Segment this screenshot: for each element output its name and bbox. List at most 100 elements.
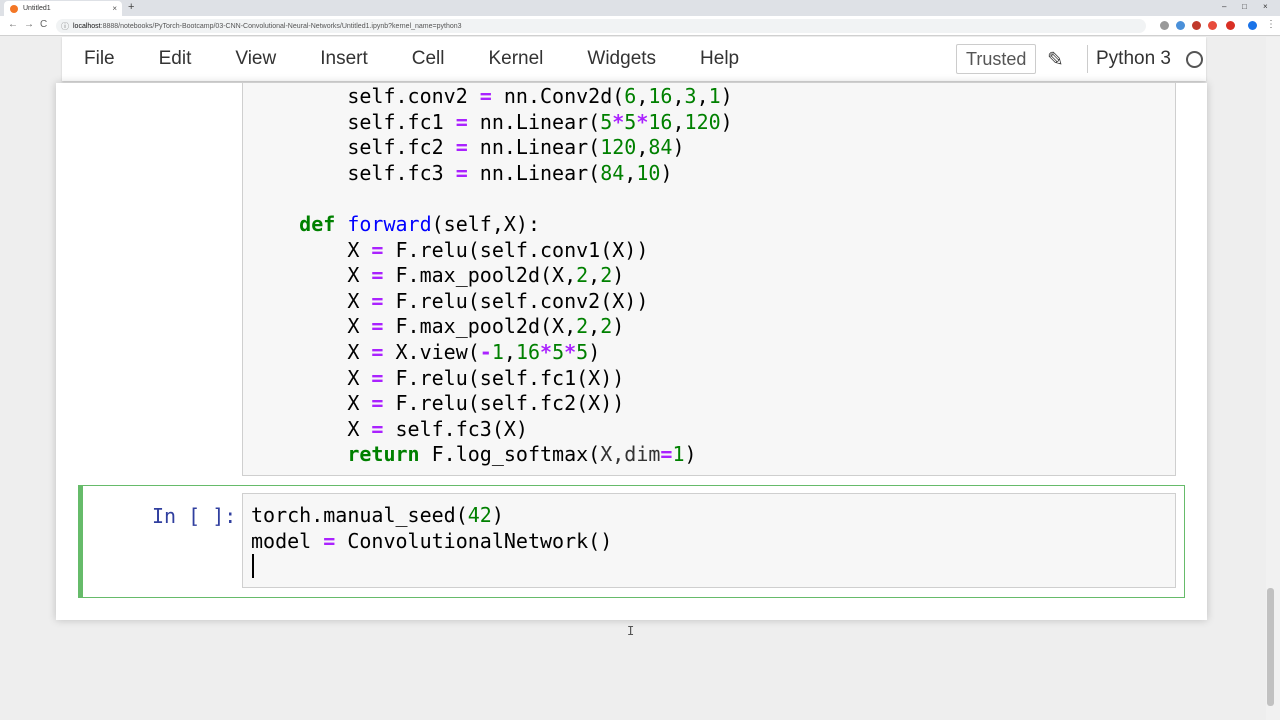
code-token: X bbox=[251, 365, 372, 390]
code-token: 1 bbox=[491, 339, 504, 364]
extension-icon[interactable] bbox=[1226, 21, 1235, 30]
address-bar[interactable]: ⓘ localhost:8888/notebooks/PyTorch-Bootc… bbox=[56, 19, 1146, 33]
code-token: - bbox=[479, 339, 492, 364]
browser-tab[interactable]: Untitled1 × bbox=[4, 1, 122, 16]
code-token: ) bbox=[612, 263, 625, 288]
code-token: ) bbox=[672, 135, 685, 160]
minimize-button[interactable]: – bbox=[1222, 2, 1226, 11]
code-token: , bbox=[624, 160, 637, 185]
menu-cell[interactable]: Cell bbox=[390, 48, 467, 70]
code-editor[interactable]: self.conv2 = nn.Conv2d(6,16,3,1) self.fc… bbox=[251, 84, 733, 468]
tab-title: Untitled1 bbox=[23, 5, 51, 12]
code-token: 16 bbox=[515, 339, 541, 364]
code-token: 2 bbox=[600, 314, 613, 339]
code-token: 5 bbox=[600, 109, 613, 134]
code-line: model = ConvolutionalNetwork() bbox=[251, 529, 612, 555]
extension-icon[interactable] bbox=[1208, 21, 1217, 30]
code-token: F.relu(self.conv2(X)) bbox=[383, 288, 649, 313]
profile-avatar[interactable] bbox=[1248, 21, 1257, 30]
forward-button[interactable]: → bbox=[24, 19, 34, 30]
code-token: forward bbox=[347, 211, 432, 236]
code-token: 5 bbox=[624, 109, 637, 134]
extension-icon[interactable] bbox=[1160, 21, 1169, 30]
code-token: = bbox=[455, 109, 468, 134]
code-token: nn.Linear( bbox=[467, 109, 601, 134]
new-tab-button[interactable]: + bbox=[128, 1, 134, 13]
code-editor[interactable]: torch.manual_seed(42) model = Convolution… bbox=[251, 503, 612, 554]
code-token: = bbox=[479, 84, 492, 108]
code-token: * bbox=[612, 109, 625, 134]
close-window-button[interactable]: × bbox=[1263, 2, 1268, 11]
trusted-indicator[interactable]: Trusted bbox=[956, 44, 1037, 74]
code-token: , bbox=[636, 84, 649, 108]
code-token: , bbox=[503, 339, 516, 364]
code-token: F.relu(self.conv1(X)) bbox=[383, 237, 649, 262]
code-line: self.conv2 = nn.Conv2d(6,16,3,1) bbox=[251, 84, 732, 110]
code-token: = bbox=[371, 416, 384, 441]
extension-icon[interactable] bbox=[1176, 21, 1185, 30]
code-token: X,dim bbox=[600, 442, 661, 467]
code-token: * bbox=[636, 109, 649, 134]
code-token: X.view( bbox=[383, 339, 480, 364]
code-token: 120 bbox=[600, 135, 637, 160]
code-token: 84 bbox=[648, 135, 673, 160]
code-line: def forward(self,X): bbox=[251, 212, 733, 238]
code-token: self.fc3 bbox=[251, 160, 456, 185]
code-token: = bbox=[371, 391, 384, 416]
code-token: (self,X): bbox=[431, 211, 541, 236]
code-token: = bbox=[371, 263, 384, 288]
code-token: , bbox=[636, 135, 649, 160]
menu-kernel[interactable]: Kernel bbox=[466, 48, 565, 70]
code-line: X = F.max_pool2d(X,2,2) bbox=[251, 263, 733, 289]
tab-close-icon[interactable]: × bbox=[112, 4, 117, 13]
code-token: 84 bbox=[600, 160, 625, 185]
menu-insert[interactable]: Insert bbox=[298, 48, 390, 70]
code-token: 10 bbox=[636, 160, 661, 185]
code-cell-input[interactable]: torch.manual_seed(42) model = Convolution… bbox=[242, 493, 1176, 588]
menu-icon[interactable]: ⋮ bbox=[1266, 19, 1276, 30]
code-token: 1 bbox=[708, 84, 721, 108]
reload-button[interactable]: C bbox=[40, 19, 47, 30]
code-token: = bbox=[323, 528, 336, 553]
code-line: torch.manual_seed(42) bbox=[251, 503, 612, 529]
code-token: 2 bbox=[600, 263, 613, 288]
code-token: X bbox=[251, 416, 372, 441]
code-token: nn.Conv2d( bbox=[491, 84, 625, 108]
code-token: X bbox=[251, 288, 372, 313]
code-token: torch.manual_seed( bbox=[251, 503, 468, 527]
menu-widgets[interactable]: Widgets bbox=[565, 48, 678, 70]
scrollbar-thumb[interactable] bbox=[1267, 588, 1274, 706]
code-line: X = X.view(-1,16*5*5) bbox=[251, 340, 733, 366]
back-button[interactable]: ← bbox=[8, 19, 18, 30]
kernel-name[interactable]: Python 3 bbox=[1096, 48, 1171, 70]
menu-edit[interactable]: Edit bbox=[137, 48, 214, 70]
browser-toolbar: ← → C ⓘ localhost:8888/notebooks/PyTorch… bbox=[0, 16, 1280, 36]
code-token: def bbox=[299, 211, 336, 236]
code-token: = bbox=[371, 237, 384, 262]
menu-file[interactable]: File bbox=[62, 48, 137, 70]
pencil-icon[interactable]: ✎ bbox=[1047, 47, 1064, 72]
menu-help[interactable]: Help bbox=[678, 48, 761, 70]
menu-view[interactable]: View bbox=[213, 48, 298, 70]
code-token: 1 bbox=[672, 442, 685, 467]
code-token: X bbox=[251, 391, 372, 416]
code-cell-input[interactable]: self.conv2 = nn.Conv2d(6,16,3,1) self.fc… bbox=[242, 83, 1176, 476]
code-token: = bbox=[455, 160, 468, 185]
code-token: = bbox=[660, 442, 673, 467]
code-token: self.fc2 bbox=[251, 135, 456, 160]
info-icon[interactable]: ⓘ bbox=[61, 21, 69, 32]
extension-icon[interactable] bbox=[1192, 21, 1201, 30]
code-token: X bbox=[251, 339, 372, 364]
maximize-button[interactable]: □ bbox=[1242, 2, 1247, 11]
code-token: , bbox=[696, 84, 709, 108]
code-token: ) bbox=[660, 160, 673, 185]
code-token: X bbox=[251, 263, 372, 288]
code-token: = bbox=[371, 339, 384, 364]
code-token: nn.Linear( bbox=[467, 135, 601, 160]
code-token: 120 bbox=[684, 109, 721, 134]
code-token: ) bbox=[588, 339, 601, 364]
code-token: ) bbox=[612, 314, 625, 339]
code-token: ) bbox=[684, 442, 697, 467]
